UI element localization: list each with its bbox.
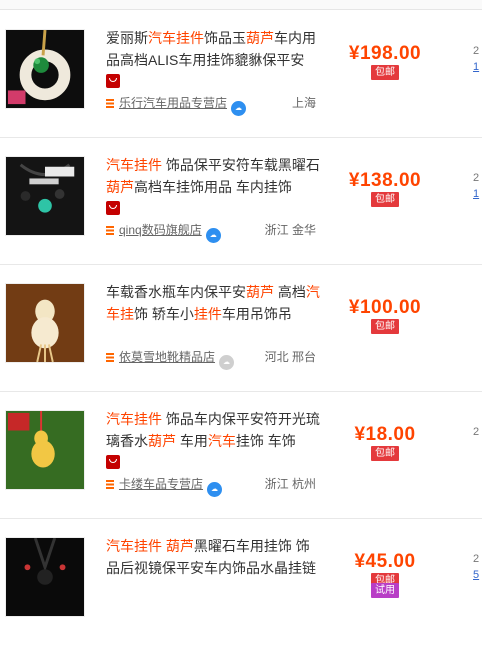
title-keyword-highlight: 葫芦 bbox=[246, 30, 274, 46]
right-column: 2 5 bbox=[473, 551, 482, 583]
product-row[interactable]: 汽车挂件 饰品保平安符车载黑曜石葫芦高档车挂饰用品 车内挂饰 qinq数码旗舰店… bbox=[0, 137, 482, 265]
price: ¥138.00 bbox=[348, 170, 422, 191]
wangwang-chat-icon[interactable]: ☁ bbox=[205, 228, 221, 243]
product-title[interactable]: 爱丽斯汽车挂件饰品玉葫芦车内用品高档ALIS车用挂饰貔貅保平安 bbox=[106, 27, 321, 71]
shop-link[interactable]: 卡缕车品专营店 ☁ bbox=[106, 476, 223, 497]
price: ¥45.00 bbox=[354, 551, 416, 572]
title-text: 饰品玉 bbox=[204, 30, 246, 46]
product-thumbnail[interactable] bbox=[5, 156, 85, 236]
tmall-icon bbox=[106, 74, 120, 88]
price: ¥198.00 bbox=[348, 43, 422, 64]
right-column: 2 bbox=[473, 424, 482, 440]
price: ¥18.00 bbox=[354, 424, 416, 445]
shop-name[interactable]: 依莫雪地靴精品店 bbox=[119, 350, 215, 364]
top-divider bbox=[0, 0, 482, 10]
title-keyword-highlight: 葫芦 bbox=[165, 538, 194, 554]
sales-count: 2 bbox=[473, 172, 480, 184]
product-thumbnail[interactable] bbox=[5, 410, 85, 490]
location: 浙江 金华 bbox=[264, 223, 316, 237]
shop-link[interactable]: 依莫雪地靴精品店 ☁ bbox=[106, 349, 235, 370]
title-keyword-highlight: 葫芦 bbox=[148, 433, 176, 449]
product-thumbnail[interactable] bbox=[5, 29, 85, 109]
title-text: 饰 轿车小 bbox=[134, 306, 194, 322]
title-keyword-highlight: 挂件 bbox=[193, 306, 222, 322]
tmall-icon bbox=[106, 455, 120, 469]
free-shipping-badge: 包邮 bbox=[371, 319, 399, 334]
title-text: 高档车挂饰用品 车内挂饰 bbox=[134, 179, 292, 195]
product-row[interactable]: 汽车挂件 葫芦黑曜石车用挂饰 饰品后视镜保平安车内饰品水晶挂链 ¥45.00 包… bbox=[0, 518, 482, 645]
product-row[interactable]: 汽车挂件 饰品车内保平安符开光琉璃香水葫芦 车用汽车挂饰 车饰 卡缕车品专营店 ☁… bbox=[0, 391, 482, 519]
product-title[interactable]: 车载香水瓶车内保平安葫芦 高档汽车挂饰 轿车小挂件车用吊饰吊 bbox=[106, 281, 321, 325]
sales-count: 2 bbox=[473, 426, 480, 438]
product-row[interactable]: 爱丽斯汽车挂件饰品玉葫芦车内用品高档ALIS车用挂饰貔貅保平安 乐行汽车用品专营… bbox=[0, 10, 482, 138]
product-title[interactable]: 汽车挂件 饰品车内保平安符开光琉璃香水葫芦 车用汽车挂饰 车饰 bbox=[106, 408, 321, 452]
shop-level-icon bbox=[106, 353, 114, 362]
free-shipping-badge: 包邮 bbox=[371, 65, 399, 80]
shop-name[interactable]: 卡缕车品专营店 bbox=[119, 477, 203, 491]
shop-link[interactable]: qinq数码旗舰店 ☁ bbox=[106, 222, 221, 243]
right-column: 2 1 bbox=[473, 170, 482, 202]
location: 上海 bbox=[291, 96, 316, 110]
location: 河北 邢台 bbox=[264, 350, 316, 364]
title-keyword-highlight: 汽车挂件 bbox=[148, 30, 204, 46]
title-text: 爱丽斯 bbox=[106, 30, 148, 46]
shop-level-icon bbox=[106, 226, 114, 235]
shop-level-icon bbox=[106, 99, 114, 108]
title-text: 车载香水瓶车内保平安 bbox=[106, 284, 246, 300]
free-shipping-badge: 包邮 bbox=[371, 192, 399, 207]
free-shipping-badge: 包邮 bbox=[371, 446, 399, 461]
shop-link[interactable]: 乐行汽车用品专营店 ☁ bbox=[106, 95, 247, 116]
review-count-link[interactable]: 1 bbox=[473, 186, 482, 202]
wangwang-chat-icon[interactable]: ☁ bbox=[207, 482, 223, 497]
product-thumbnail[interactable] bbox=[5, 537, 85, 617]
title-text: 车用 bbox=[176, 433, 208, 449]
title-keyword-highlight: 汽车挂件 bbox=[106, 157, 162, 173]
product-row[interactable]: 车载香水瓶车内保平安葫芦 高档汽车挂饰 轿车小挂件车用吊饰吊 依莫雪地靴精品店 ☁… bbox=[0, 264, 482, 392]
title-text: 挂饰 车饰 bbox=[235, 433, 296, 449]
product-thumbnail[interactable] bbox=[5, 283, 85, 363]
tmall-icon bbox=[106, 201, 120, 215]
title-keyword-highlight: 葫芦 bbox=[106, 179, 134, 195]
price: ¥100.00 bbox=[348, 297, 422, 318]
title-text: 车用吊饰吊 bbox=[221, 306, 292, 322]
right-column: 2 1 bbox=[473, 43, 482, 75]
title-keyword-highlight: 汽车挂件 bbox=[106, 411, 162, 427]
review-count-link[interactable]: 5 bbox=[473, 567, 482, 583]
title-keyword-highlight: 汽车挂件 bbox=[106, 538, 162, 554]
product-title[interactable]: 汽车挂件 葫芦黑曜石车用挂饰 饰品后视镜保平安车内饰品水晶挂链 bbox=[106, 535, 321, 579]
title-text: 饰品保平安符车载黑曜石 bbox=[162, 157, 320, 173]
sales-count: 2 bbox=[473, 553, 480, 565]
shop-name[interactable]: 乐行汽车用品专营店 bbox=[119, 96, 227, 110]
sales-count: 2 bbox=[473, 45, 480, 57]
trial-badge[interactable]: 试用 bbox=[371, 583, 399, 598]
shop-level-icon bbox=[106, 480, 114, 489]
title-keyword-highlight: 葫芦 bbox=[246, 284, 274, 300]
product-title[interactable]: 汽车挂件 饰品保平安符车载黑曜石葫芦高档车挂饰用品 车内挂饰 bbox=[106, 154, 321, 198]
review-count-link[interactable]: 1 bbox=[473, 59, 482, 75]
shop-name[interactable]: qinq数码旗舰店 bbox=[119, 223, 202, 237]
wangwang-chat-icon[interactable]: ☁ bbox=[231, 101, 247, 116]
location: 浙江 杭州 bbox=[264, 477, 316, 491]
title-keyword-highlight: 汽车 bbox=[207, 433, 236, 449]
wangwang-chat-icon[interactable]: ☁ bbox=[219, 355, 235, 370]
title-text: 高档 bbox=[274, 284, 306, 300]
